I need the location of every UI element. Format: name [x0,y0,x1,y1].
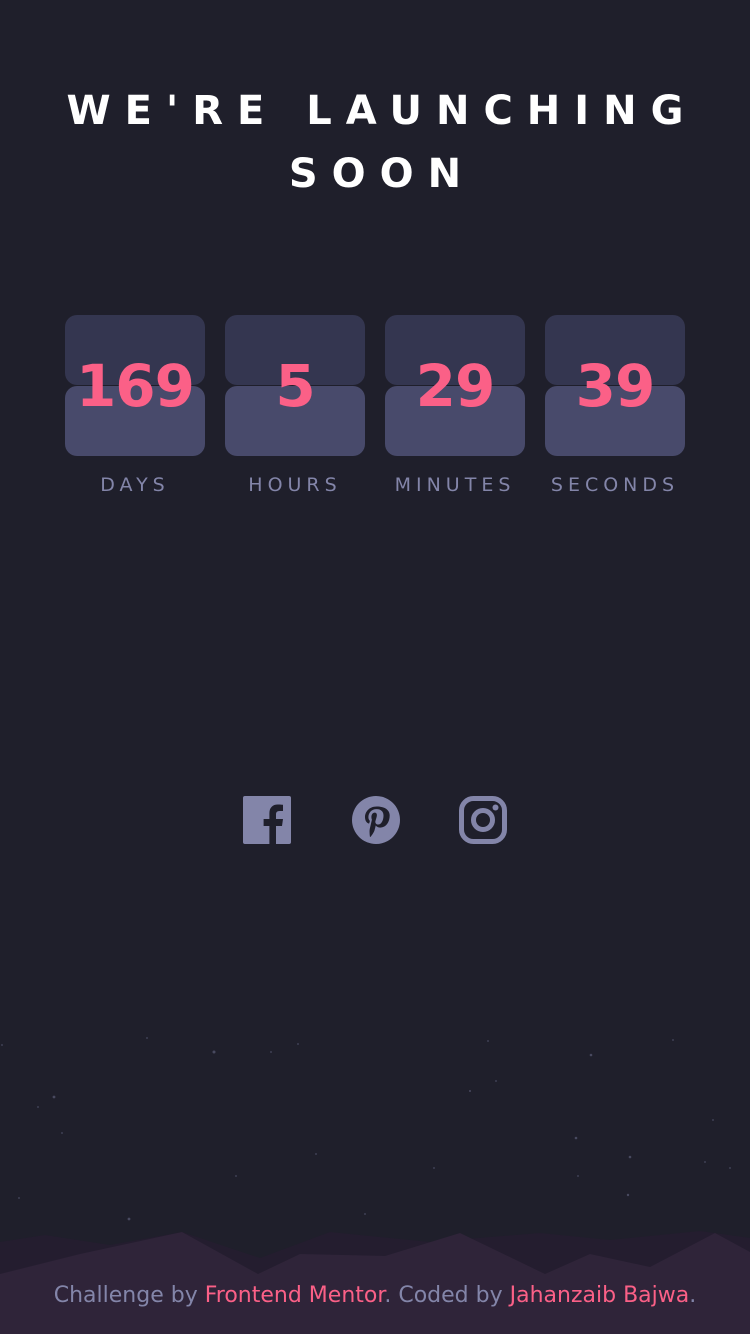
pinterest-icon[interactable] [352,796,400,844]
attribution-challenge-text: Challenge by [53,1283,198,1308]
countdown: 169 DAYS 5 HOURS 29 MINUTES 39 SECONDS [0,315,750,515]
countdown-minutes: 29 MINUTES [365,315,545,515]
flip-card: 39 [545,315,685,456]
author-link[interactable]: Jahanzaib Bajwa [510,1283,690,1308]
minutes-value: 29 [415,352,496,420]
countdown-hours: 5 HOURS [205,315,385,515]
seconds-value: 39 [575,352,656,420]
seconds-label: SECONDS [550,474,680,496]
attribution-coded-text: . Coded by [384,1283,503,1308]
days-label: DAYS [100,474,170,496]
social-links [0,796,750,846]
instagram-icon[interactable] [459,796,507,844]
flip-card: 5 [225,315,365,456]
minutes-label: MINUTES [394,474,516,496]
frontend-mentor-link[interactable]: Frontend Mentor [205,1283,385,1308]
attribution-end: . [689,1283,697,1308]
facebook-icon[interactable] [243,796,291,844]
days-value: 169 [75,352,195,420]
flip-card: 169 [65,315,205,456]
title-line-1: WE'RE LAUNCHING [66,88,698,134]
page-title: WE'RE LAUNCHING SOON [0,80,750,206]
hours-label: HOURS [248,474,342,496]
title-line-2: SOON [288,151,476,197]
flip-card: 29 [385,315,525,456]
attribution: Challenge by Frontend Mentor. Coded by J… [0,1281,750,1311]
countdown-seconds: 39 SECONDS [525,315,705,515]
countdown-days: 169 DAYS [45,315,225,515]
hours-value: 5 [275,352,315,420]
